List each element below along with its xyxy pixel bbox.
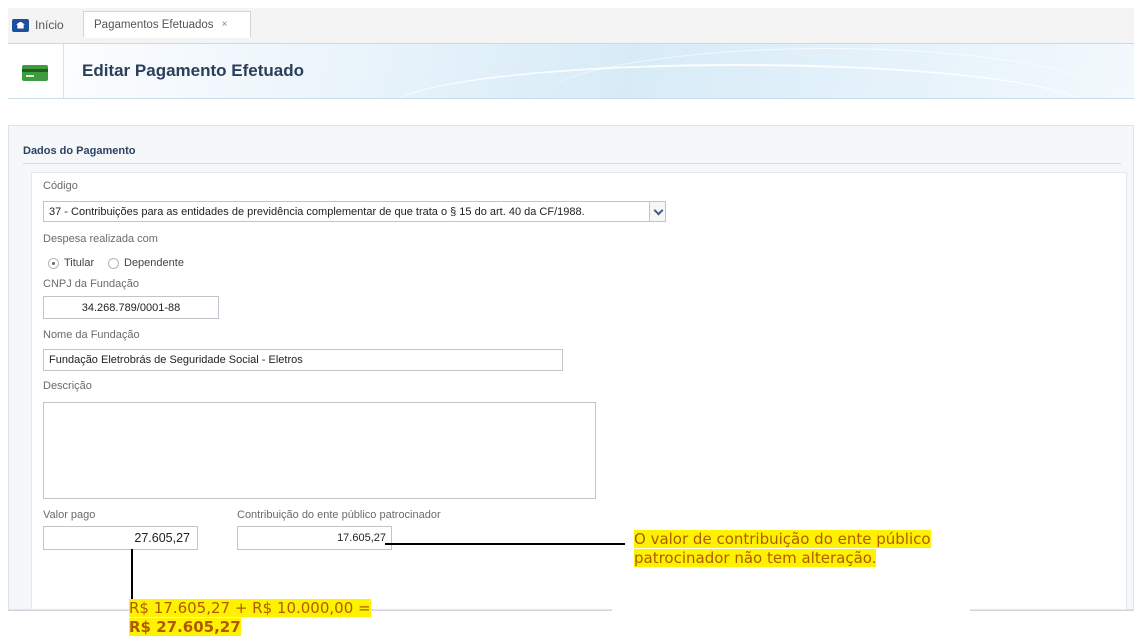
contribuicao-field[interactable]: 17.605,27 <box>237 526 392 550</box>
section-divider <box>23 163 1121 164</box>
tab-pagamentos-efetuados[interactable]: Pagamentos Efetuados × <box>83 11 251 38</box>
contribuicao-label: Contribuição do ente público patrocinado… <box>237 509 441 521</box>
page-title: Editar Pagamento Efetuado <box>82 61 304 80</box>
cnpj-field[interactable]: 34.268.789/0001-88 <box>43 296 219 319</box>
valor-pago-value: 27.605,27 <box>134 531 190 545</box>
radio-dependente[interactable]: Dependente <box>108 257 184 269</box>
contribuicao-value: 17.605,27 <box>337 532 386 544</box>
header-icon-box <box>8 44 64 98</box>
tab-active-label: Pagamentos Efetuados <box>94 18 214 31</box>
annotation-connector-line <box>131 549 133 601</box>
page-header: Editar Pagamento Efetuado <box>8 44 1134 99</box>
radio-titular[interactable]: Titular <box>48 257 94 269</box>
nome-fundacao-label: Nome da Fundação <box>43 329 140 341</box>
annotation-connector-line <box>385 543 625 545</box>
credit-card-icon <box>22 65 48 81</box>
annotation-note-contribuicao: O valor de contribuição do ente público … <box>634 529 934 569</box>
despesa-label: Despesa realizada com <box>43 233 158 245</box>
nome-fundacao-value: Fundação Eletrobrás de Seguridade Social… <box>49 354 303 366</box>
header-decoration <box>528 48 1128 98</box>
close-icon[interactable]: × <box>222 19 228 30</box>
valor-pago-label: Valor pago <box>43 509 96 521</box>
annotation-box: O valor de contribuição do ente público … <box>634 529 934 569</box>
tab-home[interactable]: Início <box>12 13 64 37</box>
codigo-dropdown-button[interactable] <box>649 202 665 221</box>
chevron-down-icon <box>654 209 662 215</box>
descricao-textarea[interactable] <box>43 402 596 499</box>
cnpj-label: CNPJ da Fundação <box>43 278 139 290</box>
annotation-text: O valor de contribuição do ente público … <box>634 530 931 567</box>
radio-titular-circle[interactable] <box>48 257 59 269</box>
section-title: Dados do Pagamento <box>23 145 136 157</box>
radio-dependente-label: Dependente <box>124 257 184 269</box>
codigo-select[interactable]: 37 - Contribuições para as entidades de … <box>43 201 666 222</box>
annotation-result: R$ 27.605,27 <box>129 618 241 636</box>
tab-home-label: Início <box>35 18 64 32</box>
home-icon <box>12 18 29 32</box>
descricao-label: Descrição <box>43 380 92 392</box>
annotation-note-valor-pago: R$ 17.605,27 + R$ 10.000,00 = R$ 27.605,… <box>129 599 371 637</box>
radio-titular-label: Titular <box>64 257 95 269</box>
cnpj-value: 34.268.789/0001-88 <box>81 301 181 314</box>
codigo-label: Código <box>43 180 78 192</box>
annotation-formula: R$ 17.605,27 + R$ 10.000,00 = <box>129 599 371 617</box>
nome-fundacao-field[interactable]: Fundação Eletrobrás de Seguridade Social… <box>43 349 563 371</box>
valor-pago-field[interactable]: 27.605,27 <box>43 526 198 550</box>
annotation-backdrop <box>612 598 970 612</box>
radio-dependente-circle[interactable] <box>108 257 119 269</box>
codigo-selected-value: 37 - Contribuições para as entidades de … <box>49 205 585 218</box>
